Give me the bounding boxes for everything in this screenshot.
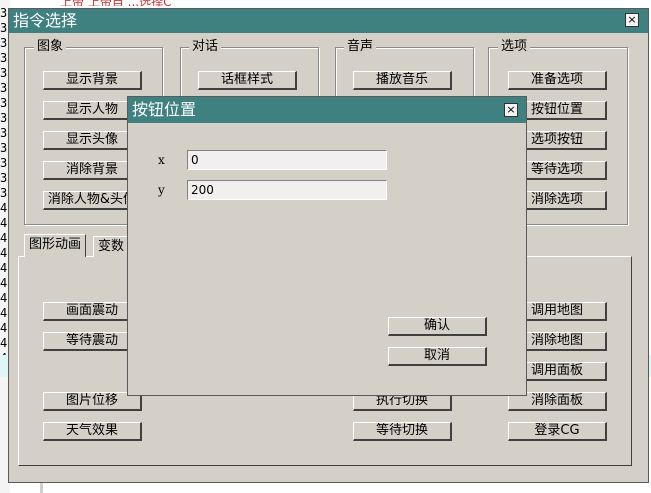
close-button[interactable]: × (625, 13, 639, 27)
tab-variables[interactable]: 变数 (93, 236, 130, 257)
button-position-dialog: 按钮位置 × x 0 y 200 确认 取消 (127, 96, 527, 396)
command-select-title: 指令选择 (13, 11, 78, 30)
group-image-label: 图象 (34, 40, 67, 54)
cancel-button[interactable]: 取消 (388, 347, 487, 366)
y-label: y (158, 183, 165, 197)
close-icon: × (506, 103, 516, 116)
close-icon: × (627, 13, 637, 26)
prepare-options-button[interactable]: 准备选项 (508, 71, 607, 90)
play-music-button[interactable]: 播放音乐 (353, 71, 452, 90)
editor-top-text: 上帝 上帝自 ...选择C (60, 0, 240, 6)
y-input[interactable]: 200 (187, 180, 387, 200)
button-position-title: 按钮位置 (132, 100, 197, 119)
command-select-titlebar[interactable]: 指令选择 × (9, 9, 648, 33)
x-label: x (158, 153, 165, 167)
group-sound-label: 音声 (344, 40, 377, 54)
group-dialog-label: 对话 (189, 40, 222, 54)
button-position-titlebar[interactable]: 按钮位置 × (128, 97, 526, 123)
confirm-button[interactable]: 确认 (388, 317, 487, 336)
show-background-button[interactable]: 显示背景 (43, 71, 142, 90)
register-cg-button[interactable]: 登录CG (508, 422, 607, 441)
group-options-label: 选项 (498, 40, 531, 54)
wait-transition-button[interactable]: 等待切换 (353, 422, 452, 441)
dialog-close-button[interactable]: × (504, 103, 518, 117)
tab-graphics-animation[interactable]: 图形动画 (24, 234, 87, 257)
dialog-style-button[interactable]: 话框样式 (198, 71, 297, 90)
weather-effect-button[interactable]: 天气效果 (43, 422, 142, 441)
x-input[interactable]: 0 (187, 150, 387, 170)
